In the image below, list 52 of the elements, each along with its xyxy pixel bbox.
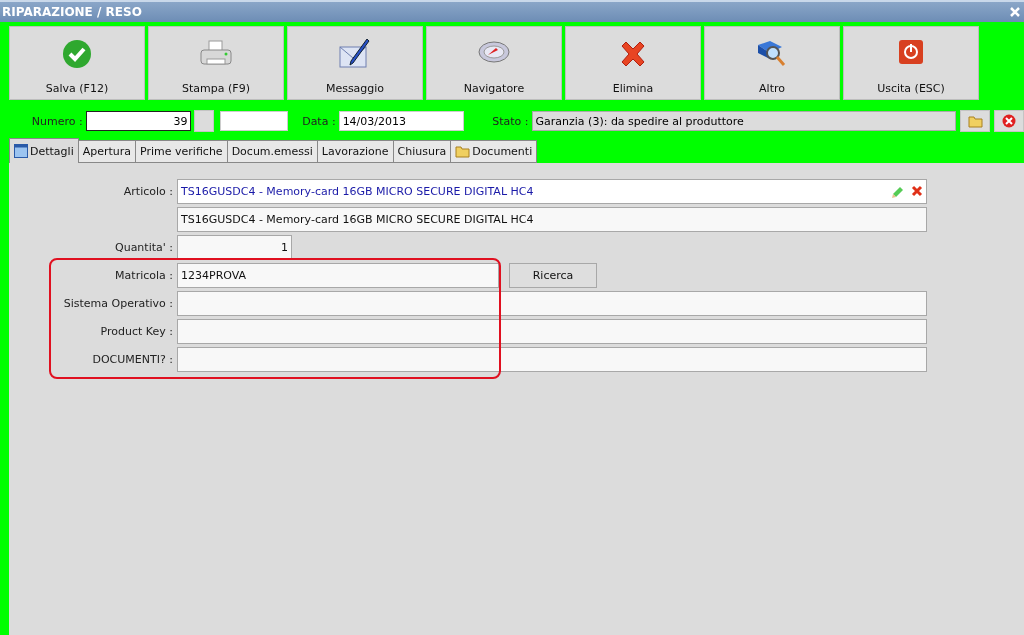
cancel-button[interactable] <box>994 110 1024 132</box>
close-button[interactable] <box>1008 5 1022 19</box>
delete-icon <box>911 184 923 197</box>
numero-field[interactable]: 39 <box>85 111 192 131</box>
folder-icon <box>455 145 471 158</box>
tab[interactable]: Chiusura <box>392 140 452 163</box>
toolbar-button[interactable]: Uscita (ESC) <box>843 26 979 100</box>
lookup-button[interactable] <box>194 110 215 132</box>
power-icon <box>898 39 924 65</box>
numero-suffix-field[interactable] <box>220 111 289 131</box>
quantity-field[interactable]: 1 <box>177 235 292 260</box>
article-field[interactable]: TS16GUSDC4 - Memory-card 16GB MICRO SECURE DIGITAL HC4 <box>177 179 927 204</box>
tab[interactable]: Prime verifiche <box>135 140 228 163</box>
status-field[interactable]: Garanzia (3): da spedire al produttore <box>531 111 957 131</box>
envelope-pen-icon <box>338 39 372 71</box>
tab[interactable]: Lavorazione <box>316 140 394 163</box>
text-field[interactable] <box>177 291 927 316</box>
window-title: RIPARAZIONE / RESO <box>2 5 142 19</box>
folder-icon <box>967 114 983 128</box>
field-label: Matricola : <box>114 269 173 282</box>
field-label: Quantita' : <box>114 241 173 254</box>
tab[interactable]: Docum.emessi <box>226 140 318 163</box>
toolbar-button[interactable]: Salva (F12) <box>9 26 145 100</box>
toolbar-button[interactable]: Navigatore <box>426 26 562 100</box>
book-magnifier-icon <box>756 39 788 69</box>
field-label: DOCUMENTI? : <box>91 353 173 366</box>
field-label: Product Key : <box>99 325 173 338</box>
text-field[interactable] <box>177 347 927 372</box>
tab[interactable]: Dettagli <box>9 138 79 163</box>
checkmark-icon <box>62 39 92 69</box>
compass-icon <box>477 39 511 65</box>
toolbar-button[interactable]: Messaggio <box>287 26 423 100</box>
field-label: Articolo : <box>122 185 173 198</box>
data-label: Data : <box>302 114 337 128</box>
pencil-icon <box>891 184 905 199</box>
stato-label: Stato : <box>492 114 530 128</box>
serial-field[interactable]: 1234PROVA <box>177 263 499 288</box>
toolbar-button[interactable]: Altro <box>704 26 840 100</box>
tab[interactable]: Apertura <box>77 140 137 163</box>
toolbar-button[interactable]: Elimina <box>565 26 701 100</box>
calendar-icon <box>14 144 28 158</box>
description-field[interactable]: TS16GUSDC4 - Memory-card 16GB MICRO SECURE DIGITAL HC4 <box>177 207 927 232</box>
numero-label: Numero : <box>30 114 84 128</box>
field-label: Sistema Operativo : <box>62 297 173 310</box>
tab[interactable]: Documenti <box>450 140 538 163</box>
text-field[interactable] <box>177 319 927 344</box>
folder-button[interactable] <box>960 110 991 132</box>
date-field[interactable]: 14/03/2013 <box>338 111 465 131</box>
cancel-icon <box>1002 114 1016 128</box>
toolbar-button[interactable]: Stampa (F9) <box>148 26 284 100</box>
close-icon <box>1010 7 1020 17</box>
search-button[interactable]: Ricerca <box>509 263 597 288</box>
